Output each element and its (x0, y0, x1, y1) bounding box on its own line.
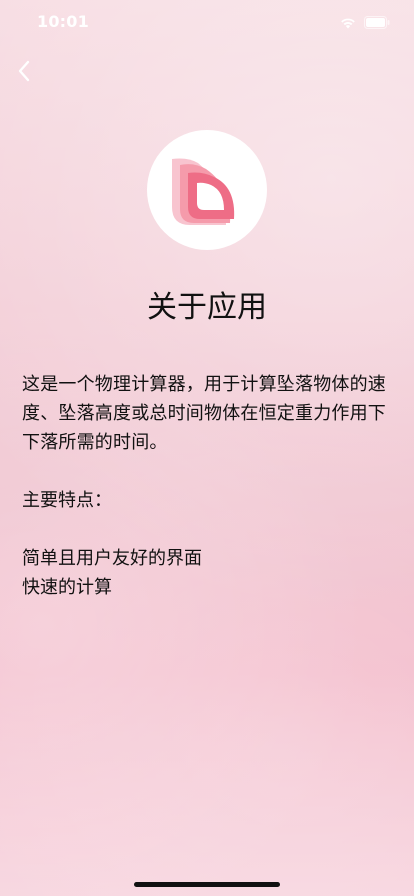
battery-icon (364, 14, 390, 33)
chevron-left-icon (17, 59, 31, 87)
app-description: 这是一个物理计算器，用于计算坠落物体的速度、坠落高度或总时间物体在恒定重力作用下… (22, 374, 386, 453)
app-logo (147, 130, 267, 250)
features-heading: 主要特点： (22, 490, 112, 511)
feature-item: 简单且用户友好的界面 (22, 548, 202, 569)
home-indicator[interactable] (134, 882, 280, 887)
page-title: 关于应用 (147, 290, 267, 325)
status-time: 10:01 (37, 12, 89, 31)
feature-item: 快速的计算 (22, 577, 112, 598)
app-logo-icon (172, 158, 235, 225)
features-list: 简单且用户友好的界面 快速的计算 (22, 544, 394, 602)
about-content: 这是一个物理计算器，用于计算坠落物体的速度、坠落高度或总时间物体在恒定重力作用下… (22, 370, 394, 602)
back-button[interactable] (10, 55, 38, 91)
status-bar: 10:01 (0, 0, 414, 44)
wifi-icon (340, 14, 356, 33)
status-icons (340, 14, 390, 33)
